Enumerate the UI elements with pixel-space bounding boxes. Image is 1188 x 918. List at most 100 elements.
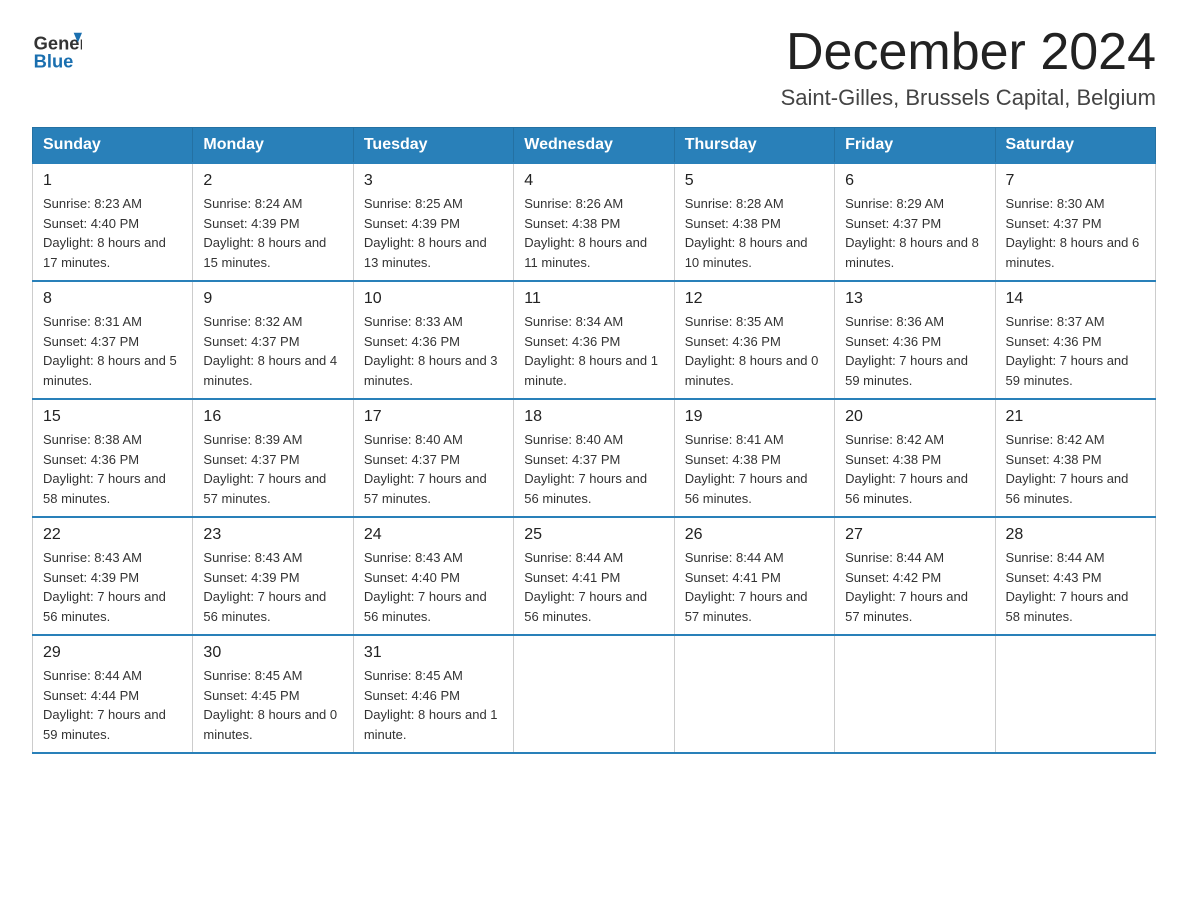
day-number: 22 [43,526,182,544]
day-info: Sunrise: 8:23 AMSunset: 4:40 PMDaylight:… [43,196,166,270]
day-number: 9 [203,290,342,308]
day-number: 8 [43,290,182,308]
day-number: 19 [685,408,824,426]
day-info: Sunrise: 8:43 AMSunset: 4:40 PMDaylight:… [364,550,487,624]
day-info: Sunrise: 8:45 AMSunset: 4:45 PMDaylight:… [203,668,337,742]
calendar-cell: 21 Sunrise: 8:42 AMSunset: 4:38 PMDaylig… [995,399,1155,517]
calendar-week-row: 22 Sunrise: 8:43 AMSunset: 4:39 PMDaylig… [33,517,1156,635]
calendar-cell: 23 Sunrise: 8:43 AMSunset: 4:39 PMDaylig… [193,517,353,635]
day-number: 28 [1006,526,1145,544]
weekday-header-friday: Friday [835,128,995,164]
day-info: Sunrise: 8:26 AMSunset: 4:38 PMDaylight:… [524,196,647,270]
day-info: Sunrise: 8:44 AMSunset: 4:42 PMDaylight:… [845,550,968,624]
calendar-cell [995,635,1155,753]
day-number: 15 [43,408,182,426]
day-number: 5 [685,172,824,190]
logo-icon: General Blue [32,24,82,74]
calendar-cell: 28 Sunrise: 8:44 AMSunset: 4:43 PMDaylig… [995,517,1155,635]
calendar-cell: 10 Sunrise: 8:33 AMSunset: 4:36 PMDaylig… [353,281,513,399]
day-info: Sunrise: 8:38 AMSunset: 4:36 PMDaylight:… [43,432,166,506]
day-info: Sunrise: 8:40 AMSunset: 4:37 PMDaylight:… [364,432,487,506]
day-info: Sunrise: 8:29 AMSunset: 4:37 PMDaylight:… [845,196,979,270]
day-number: 25 [524,526,663,544]
day-number: 7 [1006,172,1145,190]
calendar-week-row: 1 Sunrise: 8:23 AMSunset: 4:40 PMDayligh… [33,163,1156,281]
calendar-cell: 17 Sunrise: 8:40 AMSunset: 4:37 PMDaylig… [353,399,513,517]
day-info: Sunrise: 8:41 AMSunset: 4:38 PMDaylight:… [685,432,808,506]
calendar-cell: 27 Sunrise: 8:44 AMSunset: 4:42 PMDaylig… [835,517,995,635]
day-number: 11 [524,290,663,308]
day-info: Sunrise: 8:31 AMSunset: 4:37 PMDaylight:… [43,314,177,388]
calendar-cell [835,635,995,753]
day-number: 26 [685,526,824,544]
day-number: 27 [845,526,984,544]
month-title: December 2024 [781,24,1156,81]
day-number: 21 [1006,408,1145,426]
day-number: 6 [845,172,984,190]
day-number: 23 [203,526,342,544]
calendar-cell: 2 Sunrise: 8:24 AMSunset: 4:39 PMDayligh… [193,163,353,281]
calendar-cell: 14 Sunrise: 8:37 AMSunset: 4:36 PMDaylig… [995,281,1155,399]
day-info: Sunrise: 8:39 AMSunset: 4:37 PMDaylight:… [203,432,326,506]
weekday-header-row: SundayMondayTuesdayWednesdayThursdayFrid… [33,128,1156,164]
calendar-table: SundayMondayTuesdayWednesdayThursdayFrid… [32,127,1156,754]
calendar-cell: 29 Sunrise: 8:44 AMSunset: 4:44 PMDaylig… [33,635,193,753]
calendar-cell: 30 Sunrise: 8:45 AMSunset: 4:45 PMDaylig… [193,635,353,753]
calendar-week-row: 15 Sunrise: 8:38 AMSunset: 4:36 PMDaylig… [33,399,1156,517]
day-number: 29 [43,644,182,662]
weekday-header-thursday: Thursday [674,128,834,164]
calendar-cell: 12 Sunrise: 8:35 AMSunset: 4:36 PMDaylig… [674,281,834,399]
calendar-week-row: 8 Sunrise: 8:31 AMSunset: 4:37 PMDayligh… [33,281,1156,399]
day-info: Sunrise: 8:28 AMSunset: 4:38 PMDaylight:… [685,196,808,270]
day-info: Sunrise: 8:30 AMSunset: 4:37 PMDaylight:… [1006,196,1140,270]
day-number: 3 [364,172,503,190]
calendar-cell: 9 Sunrise: 8:32 AMSunset: 4:37 PMDayligh… [193,281,353,399]
calendar-cell: 4 Sunrise: 8:26 AMSunset: 4:38 PMDayligh… [514,163,674,281]
day-info: Sunrise: 8:43 AMSunset: 4:39 PMDaylight:… [203,550,326,624]
day-info: Sunrise: 8:43 AMSunset: 4:39 PMDaylight:… [43,550,166,624]
calendar-cell: 24 Sunrise: 8:43 AMSunset: 4:40 PMDaylig… [353,517,513,635]
calendar-cell: 31 Sunrise: 8:45 AMSunset: 4:46 PMDaylig… [353,635,513,753]
day-info: Sunrise: 8:44 AMSunset: 4:44 PMDaylight:… [43,668,166,742]
day-number: 2 [203,172,342,190]
day-info: Sunrise: 8:24 AMSunset: 4:39 PMDaylight:… [203,196,326,270]
location-title: Saint-Gilles, Brussels Capital, Belgium [781,85,1156,111]
calendar-cell: 26 Sunrise: 8:44 AMSunset: 4:41 PMDaylig… [674,517,834,635]
logo: General Blue [32,24,86,74]
day-number: 12 [685,290,824,308]
page-header: General Blue December 2024 Saint-Gilles,… [32,24,1156,111]
calendar-cell: 8 Sunrise: 8:31 AMSunset: 4:37 PMDayligh… [33,281,193,399]
calendar-cell: 25 Sunrise: 8:44 AMSunset: 4:41 PMDaylig… [514,517,674,635]
calendar-cell [514,635,674,753]
day-info: Sunrise: 8:40 AMSunset: 4:37 PMDaylight:… [524,432,647,506]
calendar-cell: 16 Sunrise: 8:39 AMSunset: 4:37 PMDaylig… [193,399,353,517]
calendar-cell: 5 Sunrise: 8:28 AMSunset: 4:38 PMDayligh… [674,163,834,281]
svg-text:Blue: Blue [34,51,74,72]
day-info: Sunrise: 8:42 AMSunset: 4:38 PMDaylight:… [1006,432,1129,506]
day-number: 4 [524,172,663,190]
day-info: Sunrise: 8:36 AMSunset: 4:36 PMDaylight:… [845,314,968,388]
title-block: December 2024 Saint-Gilles, Brussels Cap… [781,24,1156,111]
day-info: Sunrise: 8:32 AMSunset: 4:37 PMDaylight:… [203,314,337,388]
calendar-cell: 11 Sunrise: 8:34 AMSunset: 4:36 PMDaylig… [514,281,674,399]
calendar-cell [674,635,834,753]
day-info: Sunrise: 8:44 AMSunset: 4:41 PMDaylight:… [524,550,647,624]
calendar-cell: 6 Sunrise: 8:29 AMSunset: 4:37 PMDayligh… [835,163,995,281]
weekday-header-monday: Monday [193,128,353,164]
day-info: Sunrise: 8:33 AMSunset: 4:36 PMDaylight:… [364,314,498,388]
calendar-cell: 18 Sunrise: 8:40 AMSunset: 4:37 PMDaylig… [514,399,674,517]
day-number: 24 [364,526,503,544]
day-info: Sunrise: 8:34 AMSunset: 4:36 PMDaylight:… [524,314,658,388]
calendar-cell: 13 Sunrise: 8:36 AMSunset: 4:36 PMDaylig… [835,281,995,399]
day-number: 31 [364,644,503,662]
day-number: 17 [364,408,503,426]
day-number: 16 [203,408,342,426]
weekday-header-tuesday: Tuesday [353,128,513,164]
calendar-cell: 20 Sunrise: 8:42 AMSunset: 4:38 PMDaylig… [835,399,995,517]
day-info: Sunrise: 8:45 AMSunset: 4:46 PMDaylight:… [364,668,498,742]
calendar-cell: 1 Sunrise: 8:23 AMSunset: 4:40 PMDayligh… [33,163,193,281]
weekday-header-sunday: Sunday [33,128,193,164]
day-info: Sunrise: 8:25 AMSunset: 4:39 PMDaylight:… [364,196,487,270]
day-number: 30 [203,644,342,662]
day-number: 18 [524,408,663,426]
